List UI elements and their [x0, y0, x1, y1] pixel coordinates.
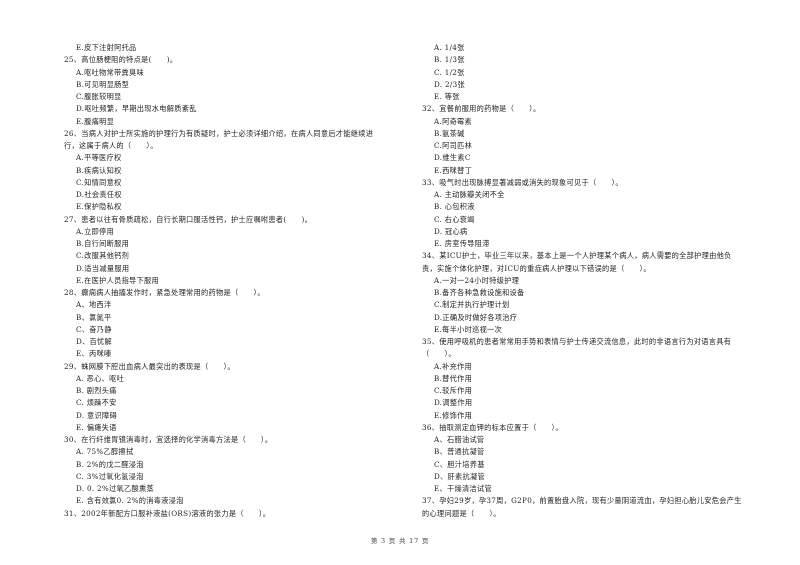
answer-option: A.阿奇霉素: [434, 116, 473, 126]
answer-option: B.氨茶碱: [434, 128, 465, 138]
answer-option: A. 1/4张: [434, 43, 465, 52]
answer-option: B.备齐各种急救设施和设备: [434, 288, 525, 297]
answer-option: E.腹痛明显: [76, 116, 115, 126]
answer-option: E.每半小时巡视一次: [434, 324, 503, 334]
answer-option: E、干燥清洁试管: [434, 484, 492, 493]
question-continuation: （ ）。: [422, 349, 456, 359]
answer-option: A.平等医疗权: [76, 153, 122, 163]
answer-option: A. 主动脉瓣关闭不全: [434, 190, 505, 199]
answer-option: C、胆汁培养基: [434, 459, 485, 469]
question-continuation: 行，这属于病人的（ ）。: [64, 141, 158, 150]
answer-option: C、奋乃静: [76, 324, 112, 334]
question-stem: 34、某ICU护士，毕业三年以来，基本上是一个人护理某个病人，病人需要的全部护理…: [422, 251, 732, 261]
answer-option: C.阿司匹林: [434, 141, 473, 150]
answer-option: C.改服其他钙剂: [76, 251, 130, 261]
answer-option: C. 烦躁不安: [76, 398, 117, 408]
answer-option: E. 偏瘫失语: [76, 422, 117, 432]
answer-option: D、肝素抗凝管: [434, 471, 485, 481]
question-stem: 31、2002年新配方口服补液盐(ORS)溶液的张力是（ ）。: [64, 508, 271, 518]
answer-option: E. 等张: [434, 92, 460, 101]
answer-option: D.维生素C: [434, 153, 471, 163]
answer-option: B、普通抗凝管: [434, 447, 485, 457]
answer-option: C. 1/2张: [434, 67, 465, 77]
document-page: E.皮下注射阿托品 25、高位肠梗阻的特点是( )。 A.呕吐物常带粪臭味 B.可见明…: [0, 0, 800, 565]
answer-option: E.修饰作用: [434, 410, 473, 420]
answer-option: D、百忧解: [76, 337, 113, 346]
answer-option: E.在医护人员指导下服用: [76, 275, 160, 285]
answer-option: A. 75%乙醇擦拭: [76, 447, 134, 457]
answer-option: D. 0. 2%过氧乙酸熏蒸: [76, 484, 154, 493]
question-stem: 30、在行纤维胃镜消毒时，宜选择的化学消毒方法是（ ）。: [64, 435, 273, 444]
answer-option: B. 心包积液: [434, 202, 475, 212]
answer-option: A.一对一24小时特级护理: [434, 275, 520, 285]
question-stem: 36、抽取测定血钾的标本应置于（ ）。: [422, 422, 563, 432]
question-stem: 37、孕妇29岁，孕37周，G2P0，前置胎盘入院，现有少量阴道流血，孕妇担心胎…: [422, 496, 742, 506]
question-stem: 35、使用呼吸机的患者常常用手势和表情与护士传递交流信息，此时的非语言行为对语言…: [422, 337, 732, 346]
left-column: E.皮下注射阿托品 25、高位肠梗阻的特点是( )。 A.呕吐物常带粪臭味 B.可见明…: [64, 42, 409, 520]
answer-option: B. 剧烈头痛: [76, 386, 117, 395]
answer-option: D. 2/3张: [434, 79, 465, 89]
right-column: A. 1/4张 B. 1/3张 C. 1/2张 D. 2/3张 E. 等张 32、宜餐前服…: [422, 42, 767, 520]
page-number-footer: 第 3 页 共 17 页: [370, 537, 430, 545]
answer-option: D. 冠心病: [434, 226, 468, 236]
question-stem: 26、当病人对护士所实施的护理行为有质疑时，护士必须详细介绍，在病人同意后才能继…: [64, 128, 374, 138]
answer-option: D.适当减量服用: [76, 263, 130, 273]
answer-option: B.自行间断服用: [76, 239, 130, 248]
answer-option: D.呕吐频繁，早期出现水电解质紊乱: [76, 104, 197, 114]
answer-option: A. 恶心、呕吐: [76, 373, 125, 383]
answer-option: C.驳斥作用: [434, 386, 473, 395]
question-stem: 29、蛛网膜下腔出血病人最突出的表现是（ ）。: [64, 361, 235, 371]
answer-option: C.知情同意权: [76, 177, 122, 187]
answer-option: E.皮下注射阿托品: [76, 43, 137, 52]
answer-option: D.调整作用: [434, 398, 473, 408]
answer-option: B、氯氮平: [76, 312, 112, 322]
question-stem: 25、高位肠梗阻的特点是( )。: [64, 55, 178, 65]
answer-option: B.可见明显肠型: [76, 79, 130, 89]
answer-option: B.替代作用: [434, 373, 473, 383]
answer-option: E、丙咪嗪: [76, 349, 112, 359]
question-stem: 28、癫痫病人抽搐发作时，紧急处理常用的药物是（ ）。: [64, 288, 265, 297]
answer-option: D.社会责任权: [76, 190, 122, 199]
question-continuation: 责，实施个体化护理，对ICU的重症病人护理以下错误的是（ ）。: [422, 263, 651, 273]
answer-option: A.立即停用: [76, 226, 115, 236]
answer-option: A、地西泮: [76, 300, 112, 310]
question-stem: 33、吸气时出现脉搏显著减弱或消失的现象可见于（ ）。: [422, 177, 623, 187]
answer-option: C. 3%过氧化氢浸泡: [76, 471, 144, 481]
answer-option: B. 2%的戊二醛浸泡: [76, 459, 144, 469]
answer-option: A、石腊油试管: [434, 435, 485, 444]
answer-option: B. 1/3张: [434, 55, 465, 65]
question-continuation: 的心理问题是（ ）。: [422, 508, 501, 518]
answer-option: C.制定并执行护理计划: [434, 300, 510, 310]
answer-option: E. 含有效氯0. 2%的消毒液浸泡: [76, 496, 184, 506]
answer-option: C.腹胀较明显: [76, 92, 122, 101]
answer-option: E.保护隐私权: [76, 202, 122, 212]
answer-option: E.西咪替丁: [434, 165, 473, 175]
answer-option: D.正确及时做好各项治疗: [434, 312, 518, 322]
answer-option: A.补充作用: [434, 361, 473, 371]
answer-option: B.疾病认知权: [76, 165, 122, 175]
answer-option: E. 房室传导阻滞: [434, 239, 490, 248]
answer-option: D. 意识障碍: [76, 410, 117, 420]
answer-option: A.呕吐物常带粪臭味: [76, 67, 144, 77]
question-stem: 27、患者以往有骨质疏松，自行长期口服活性钙，护士应嘱咐患者( )。: [64, 214, 313, 224]
answer-option: C. 右心衰竭: [434, 214, 475, 224]
question-stem: 32、宜餐前服用的药物是（ ）。: [422, 104, 541, 114]
